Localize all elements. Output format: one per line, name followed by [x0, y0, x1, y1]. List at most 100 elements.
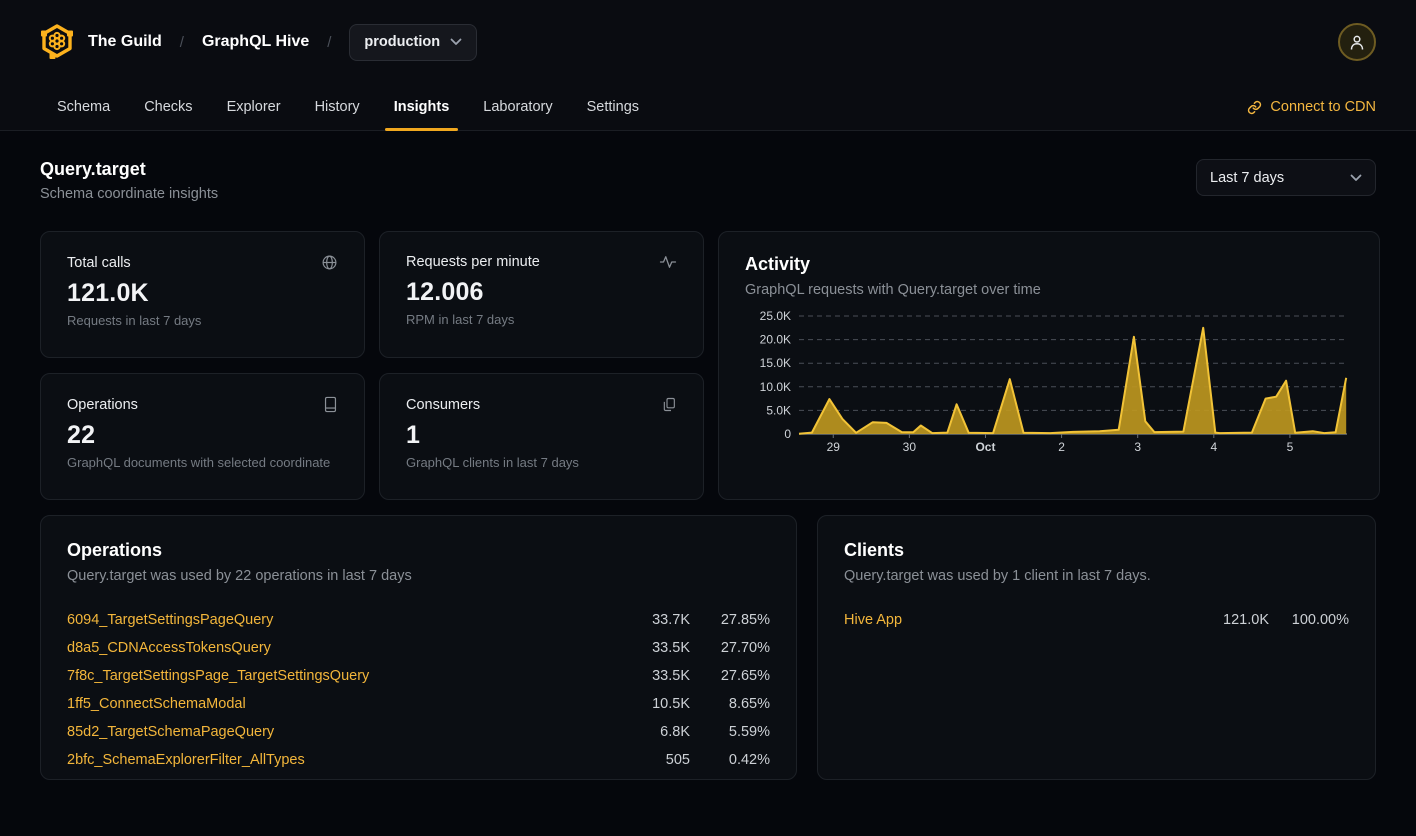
- stat-value: 12.006: [406, 278, 677, 307]
- svg-text:25.0K: 25.0K: [760, 310, 791, 323]
- operation-count: 10.5K: [618, 696, 690, 712]
- breadcrumb-org[interactable]: The Guild: [88, 33, 162, 51]
- tab-laboratory[interactable]: Laboratory: [466, 84, 569, 130]
- operation-count: 6.8K: [618, 724, 690, 740]
- stat-caption: GraphQL documents with selected coordina…: [67, 455, 338, 470]
- link-icon: [1247, 100, 1262, 115]
- copy-icon: [661, 396, 677, 413]
- svg-text:30: 30: [903, 440, 917, 454]
- tab-history[interactable]: History: [298, 84, 377, 130]
- page-subtitle: Schema coordinate insights: [40, 186, 218, 202]
- tab-settings[interactable]: Settings: [570, 84, 656, 130]
- operation-percentage: 27.65%: [690, 668, 770, 684]
- target-selector-value: production: [364, 34, 440, 50]
- breadcrumb: The Guild / GraphQL Hive / production: [88, 24, 477, 61]
- svg-text:20.0K: 20.0K: [760, 333, 791, 347]
- clients-title: Clients: [844, 540, 1349, 561]
- page-title: Query.target: [40, 159, 218, 180]
- clients-list: Hive App 121.0K 100.00%: [844, 606, 1349, 634]
- operations-subtitle: Query.target was used by 22 operations i…: [67, 568, 770, 584]
- activity-subtitle: GraphQL requests with Query.target over …: [745, 282, 1353, 298]
- operation-link[interactable]: 7f8c_TargetSettingsPage_TargetSettingsQu…: [67, 668, 618, 684]
- operation-percentage: 27.70%: [690, 640, 770, 656]
- target-selector[interactable]: production: [349, 24, 477, 61]
- connect-to-cdn-label: Connect to CDN: [1270, 99, 1376, 115]
- user-icon: [1349, 34, 1365, 51]
- operation-count: 121.0K: [1197, 612, 1269, 628]
- tab-explorer[interactable]: Explorer: [210, 84, 298, 130]
- operation-link[interactable]: d8a5_CDNAccessTokensQuery: [67, 640, 618, 656]
- activity-panel: Activity GraphQL requests with Query.tar…: [718, 231, 1380, 500]
- stat-card-requests-per-minute: Requests per minute 12.006 RPM in last 7…: [379, 231, 704, 358]
- activity-chart[interactable]: 0 5.0K 10.0K 15.0K 20.0K 25.0K 29 30 Oct 2 3 4 5: [745, 310, 1353, 460]
- tab-checks[interactable]: Checks: [127, 84, 209, 130]
- globe-icon: [321, 254, 338, 271]
- svg-text:3: 3: [1134, 440, 1141, 454]
- list-item: 85d2_TargetSchemaPageQuery 6.8K 5.59%: [67, 718, 770, 746]
- list-item: 7f8c_TargetSettingsPage_TargetSettingsQu…: [67, 662, 770, 690]
- operation-percentage: 0.42%: [690, 752, 770, 768]
- breadcrumb-separator: /: [180, 34, 184, 51]
- stat-title: Requests per minute: [406, 254, 540, 270]
- tab-schema[interactable]: Schema: [40, 84, 127, 130]
- svg-text:10.0K: 10.0K: [760, 380, 791, 394]
- stat-value: 121.0K: [67, 279, 338, 308]
- list-item: 2bfc_SchemaExplorerFilter_AllTypes 505 0…: [67, 746, 770, 774]
- stat-caption: Requests in last 7 days: [67, 313, 338, 328]
- stat-title: Total calls: [67, 255, 131, 271]
- operation-link[interactable]: 85d2_TargetSchemaPageQuery: [67, 724, 618, 740]
- activity-title: Activity: [745, 254, 1353, 275]
- operation-link[interactable]: 6094_TargetSettingsPageQuery: [67, 612, 618, 628]
- connect-to-cdn-button[interactable]: Connect to CDN: [1247, 84, 1376, 130]
- operation-percentage: 27.85%: [690, 612, 770, 628]
- stat-title: Operations: [67, 397, 138, 413]
- operation-count: 33.5K: [618, 640, 690, 656]
- operation-count: 33.7K: [618, 612, 690, 628]
- list-item: 6094_TargetSettingsPageQuery 33.7K 27.85…: [67, 606, 770, 634]
- stat-card-total-calls: Total calls 121.0K Requests in last 7 da…: [40, 231, 365, 358]
- period-selector-value: Last 7 days: [1210, 170, 1284, 186]
- book-icon: [323, 396, 338, 413]
- hive-logo-icon[interactable]: [40, 23, 74, 61]
- stat-value: 22: [67, 421, 338, 450]
- operations-panel: Operations Query.target was used by 22 o…: [40, 515, 797, 780]
- operation-link[interactable]: 2bfc_SchemaExplorerFilter_AllTypes: [67, 752, 618, 768]
- svg-text:0: 0: [784, 427, 791, 441]
- operation-percentage: 100.00%: [1269, 612, 1349, 628]
- tab-insights[interactable]: Insights: [377, 84, 467, 130]
- clients-panel: Clients Query.target was used by 1 clien…: [817, 515, 1376, 780]
- svg-text:15.0K: 15.0K: [760, 356, 791, 370]
- operation-link[interactable]: 1ff5_ConnectSchemaModal: [67, 696, 618, 712]
- svg-text:5.0K: 5.0K: [766, 403, 791, 417]
- stat-caption: RPM in last 7 days: [406, 312, 677, 327]
- breadcrumb-project[interactable]: GraphQL Hive: [202, 33, 309, 51]
- stat-card-operations: Operations 22 GraphQL documents with sel…: [40, 373, 365, 500]
- operation-percentage: 8.65%: [690, 696, 770, 712]
- svg-text:4: 4: [1210, 440, 1217, 454]
- operation-link[interactable]: Hive App: [844, 612, 1197, 628]
- svg-text:2: 2: [1058, 440, 1065, 454]
- svg-text:Oct: Oct: [975, 440, 995, 454]
- clients-subtitle: Query.target was used by 1 client in las…: [844, 568, 1349, 584]
- period-selector[interactable]: Last 7 days: [1196, 159, 1376, 196]
- user-avatar[interactable]: [1338, 23, 1376, 61]
- app-header: The Guild / GraphQL Hive / production Sc…: [0, 0, 1416, 131]
- activity-icon: [659, 254, 677, 270]
- operation-count: 33.5K: [618, 668, 690, 684]
- chevron-down-icon: [450, 38, 462, 46]
- breadcrumb-separator: /: [327, 34, 331, 51]
- stat-title: Consumers: [406, 397, 480, 413]
- list-item: Hive App 121.0K 100.00%: [844, 606, 1349, 634]
- chevron-down-icon: [1350, 174, 1362, 182]
- svg-text:29: 29: [827, 440, 841, 454]
- svg-text:5: 5: [1287, 440, 1294, 454]
- stat-card-consumers: Consumers 1 GraphQL clients in last 7 da…: [379, 373, 704, 500]
- list-item: d8a5_CDNAccessTokensQuery 33.5K 27.70%: [67, 634, 770, 662]
- operation-percentage: 5.59%: [690, 724, 770, 740]
- list-item: 1ff5_ConnectSchemaModal 10.5K 8.65%: [67, 690, 770, 718]
- tab-bar: Schema Checks Explorer History Insights …: [0, 84, 1416, 130]
- page-content: Query.target Schema coordinate insights …: [0, 159, 1416, 780]
- stat-value: 1: [406, 421, 677, 450]
- operations-title: Operations: [67, 540, 770, 561]
- stat-caption: GraphQL clients in last 7 days: [406, 455, 677, 470]
